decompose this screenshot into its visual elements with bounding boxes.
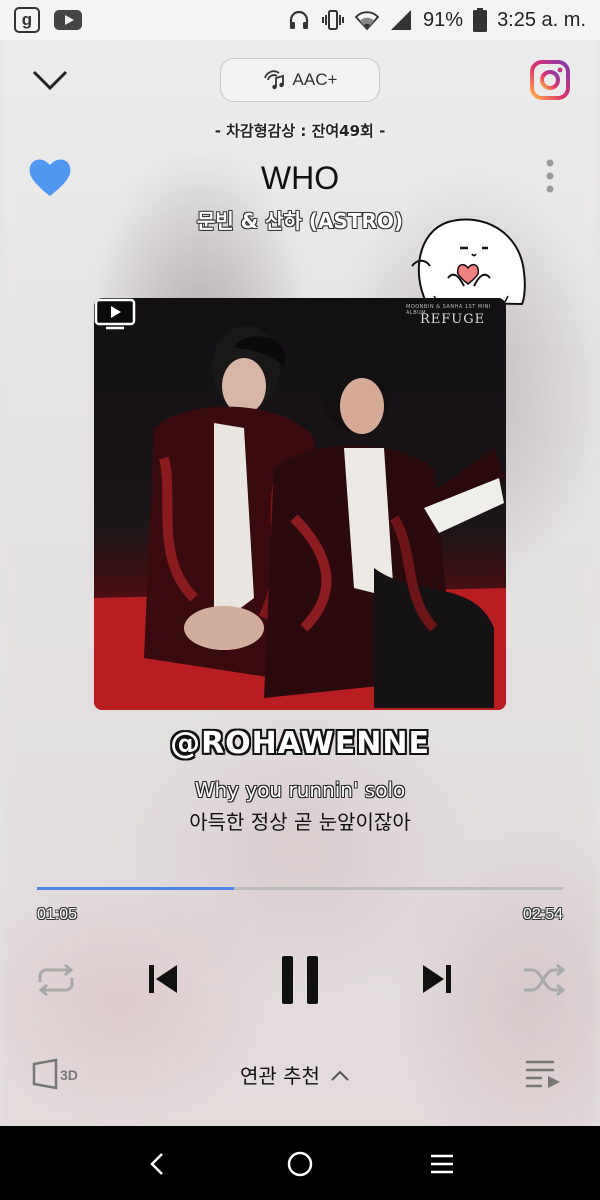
next-track-icon[interactable]	[420, 962, 454, 996]
battery-percent: 91%	[423, 8, 464, 31]
system-nav-bar	[0, 1126, 600, 1200]
progress-bar[interactable]	[37, 887, 563, 890]
speaker-3d-icon: 3D	[32, 1058, 78, 1090]
battery-icon	[473, 8, 488, 32]
sound-effect-button[interactable]: 3D	[32, 1058, 84, 1090]
sound-effect-label: 3D	[60, 1067, 78, 1083]
progress-fill	[37, 887, 235, 890]
vibrate-icon	[322, 10, 345, 30]
more-options-icon[interactable]	[540, 158, 560, 198]
instagram-icon[interactable]	[530, 60, 570, 100]
album-photo	[94, 326, 506, 710]
g-app-icon: g	[14, 7, 40, 33]
watermark-text: @ROHAWENNE	[170, 726, 430, 761]
chevron-down-icon[interactable]	[30, 62, 70, 102]
pause-icon[interactable]	[280, 954, 320, 1006]
lyric-current[interactable]: Why you runnin' solo	[0, 778, 600, 802]
audio-quality-icon	[263, 70, 284, 90]
video-play-icon[interactable]	[94, 298, 136, 330]
home-icon[interactable]	[284, 1148, 316, 1180]
related-label: 연관 추천	[240, 1064, 320, 1088]
audio-quality-label: AAC+	[292, 70, 338, 89]
signal-icon	[391, 10, 412, 30]
album-title-text: REFUGE	[420, 312, 486, 327]
chevron-up-icon	[331, 1070, 349, 1081]
repeat-icon[interactable]	[34, 962, 78, 998]
clock: 3:25 a. m.	[497, 8, 586, 31]
previous-track-icon[interactable]	[146, 962, 180, 996]
ghost-sticker-icon	[411, 218, 526, 306]
lyric-next[interactable]: 아득한 정상 곧 눈앞이잖아	[0, 806, 600, 835]
wifi-icon	[355, 11, 380, 31]
youtube-icon	[54, 10, 82, 30]
current-time: 01:05	[37, 906, 78, 923]
total-time: 02:54	[522, 906, 563, 923]
song-title: WHO	[260, 160, 340, 196]
audio-quality-button[interactable]: AAC+	[220, 58, 380, 102]
headphones-icon	[289, 10, 309, 29]
related-recommendations-button[interactable]: 연관 추천	[240, 1060, 350, 1089]
status-bar: g 91% 3:25 a. m.	[0, 0, 600, 40]
remaining-plays-text: - 차감형감상 : 잔여49회 -	[214, 122, 386, 140]
playlist-icon[interactable]	[524, 1058, 562, 1088]
shuffle-icon[interactable]	[522, 962, 566, 998]
back-icon[interactable]	[142, 1148, 174, 1180]
album-cover[interactable]: MOONBIN & SANHA 1ST MINI ALBUM REFUGE	[94, 298, 506, 710]
recent-apps-icon[interactable]	[426, 1148, 458, 1180]
